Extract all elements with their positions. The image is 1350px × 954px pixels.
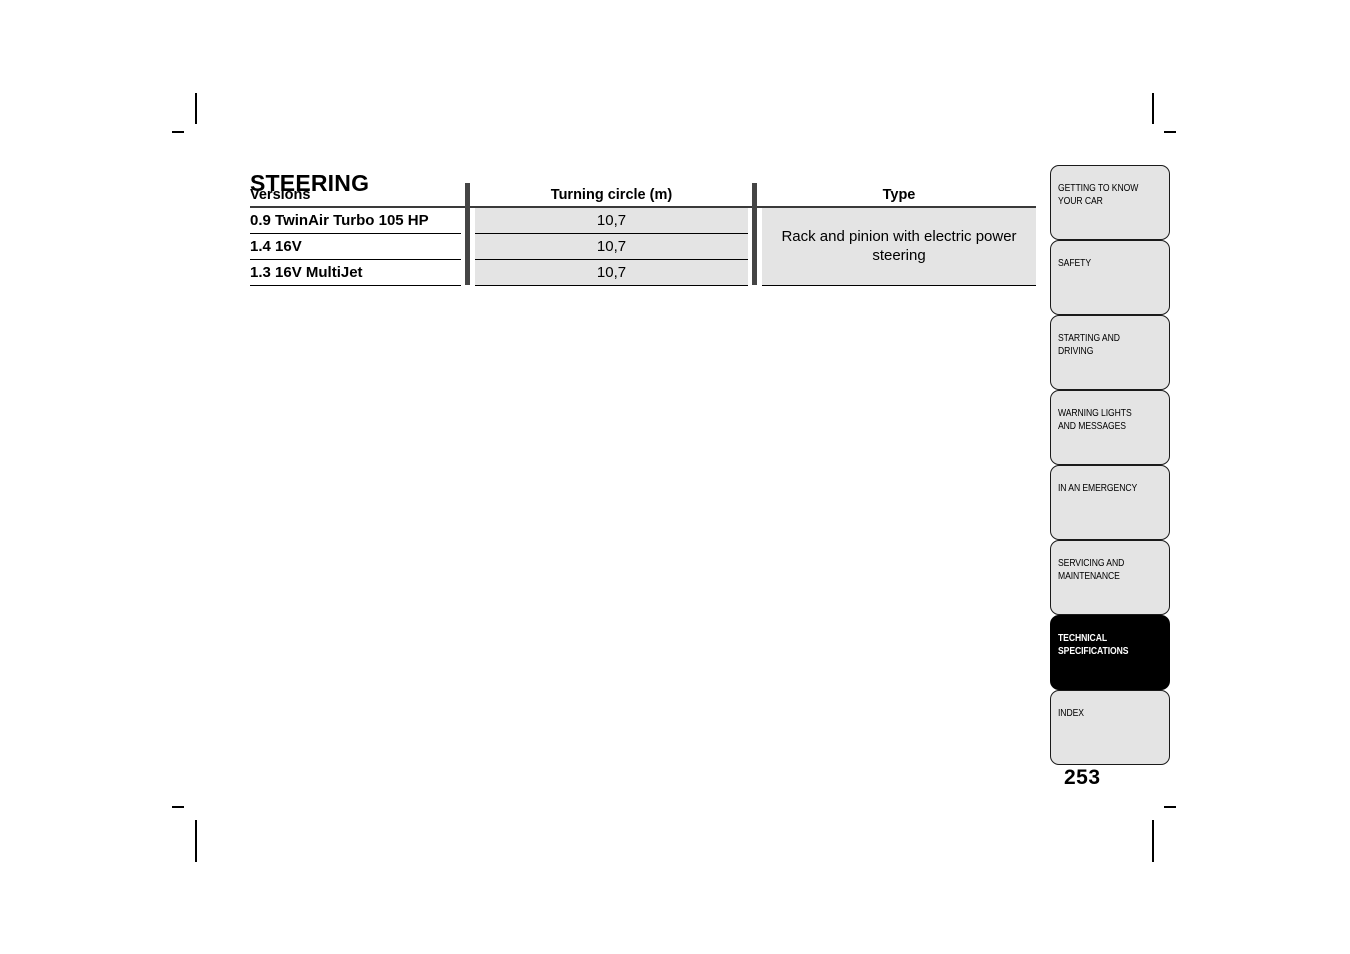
crop-mark-bottom-left-vertical	[195, 820, 197, 862]
column-separator-1	[461, 183, 475, 209]
sidebar-tab-label: STARTING AND DRIVING	[1058, 332, 1120, 358]
column-header-type: Type	[882, 186, 916, 203]
row-separator-2	[748, 207, 762, 233]
sidebar-tab-label: WARNING LIGHTS AND MESSAGES	[1058, 407, 1132, 433]
table-row: 0.9 TwinAir Turbo 105 HP 10,7 Rack and p…	[250, 207, 1036, 286]
crop-mark-bottom-right-vertical	[1152, 820, 1154, 862]
chapter-tab-sidebar: GETTING TO KNOW YOUR CAR SAFETY STARTING…	[1050, 165, 1170, 765]
row-separator-2	[748, 233, 762, 259]
steering-specification-table: Versions Turning circle (m) Type 0.9 Twi…	[250, 183, 1036, 286]
row-separator-1	[461, 233, 475, 259]
sidebar-tab-safety[interactable]: SAFETY	[1050, 240, 1170, 315]
crop-mark-top-left-vertical	[195, 93, 197, 124]
sidebar-tab-servicing-and-maintenance[interactable]: SERVICING AND MAINTENANCE	[1050, 540, 1170, 615]
cell-version: 1.3 16V MultiJet	[250, 259, 461, 286]
row-separator-1	[461, 259, 475, 285]
sidebar-tab-label: SAFETY	[1058, 257, 1092, 269]
column-header-versions: Versions	[250, 186, 311, 203]
column-separator-2	[748, 183, 762, 209]
cell-version: 0.9 TwinAir Turbo 105 HP	[250, 207, 461, 234]
sidebar-tab-getting-to-know-your-car[interactable]: GETTING TO KNOW YOUR CAR	[1050, 165, 1170, 240]
column-header-turning-circle: Turning circle (m)	[550, 186, 673, 203]
cell-turning-circle: 10,7	[475, 233, 748, 260]
sidebar-tab-label: GETTING TO KNOW YOUR CAR	[1058, 182, 1139, 208]
row-separator-2	[748, 259, 762, 285]
cell-turning-circle: 10,7	[475, 259, 748, 286]
crop-mark-top-right-vertical	[1152, 93, 1154, 124]
cell-steering-type: Rack and pinion with electric power stee…	[762, 207, 1036, 286]
sidebar-tab-label: INDEX	[1058, 707, 1084, 719]
sidebar-tab-label: IN AN EMERGENCY	[1058, 482, 1138, 494]
table-header-row: Versions Turning circle (m) Type	[250, 183, 1036, 209]
sidebar-tab-in-an-emergency[interactable]: IN AN EMERGENCY	[1050, 465, 1170, 540]
sidebar-tab-label: SERVICING AND MAINTENANCE	[1058, 557, 1125, 583]
table-body: 0.9 TwinAir Turbo 105 HP 10,7 Rack and p…	[250, 207, 1036, 286]
row-separator-1	[461, 207, 475, 233]
cell-turning-circle: 10,7	[475, 207, 748, 234]
crop-mark-top-right-horizontal	[1164, 131, 1176, 133]
cell-version: 1.4 16V	[250, 233, 461, 260]
sidebar-tab-technical-specifications[interactable]: TECHNICAL SPECIFICATIONS	[1050, 615, 1170, 690]
sidebar-tab-label: TECHNICAL SPECIFICATIONS	[1058, 632, 1129, 658]
crop-mark-top-left-horizontal	[172, 131, 184, 133]
sidebar-tab-warning-lights-and-messages[interactable]: WARNING LIGHTS AND MESSAGES	[1050, 390, 1170, 465]
sidebar-tab-index[interactable]: INDEX	[1050, 690, 1170, 765]
crop-mark-bottom-right-horizontal	[1164, 806, 1176, 808]
crop-mark-bottom-left-horizontal	[172, 806, 184, 808]
sidebar-tab-starting-and-driving[interactable]: STARTING AND DRIVING	[1050, 315, 1170, 390]
page-number: 253	[1064, 766, 1101, 789]
